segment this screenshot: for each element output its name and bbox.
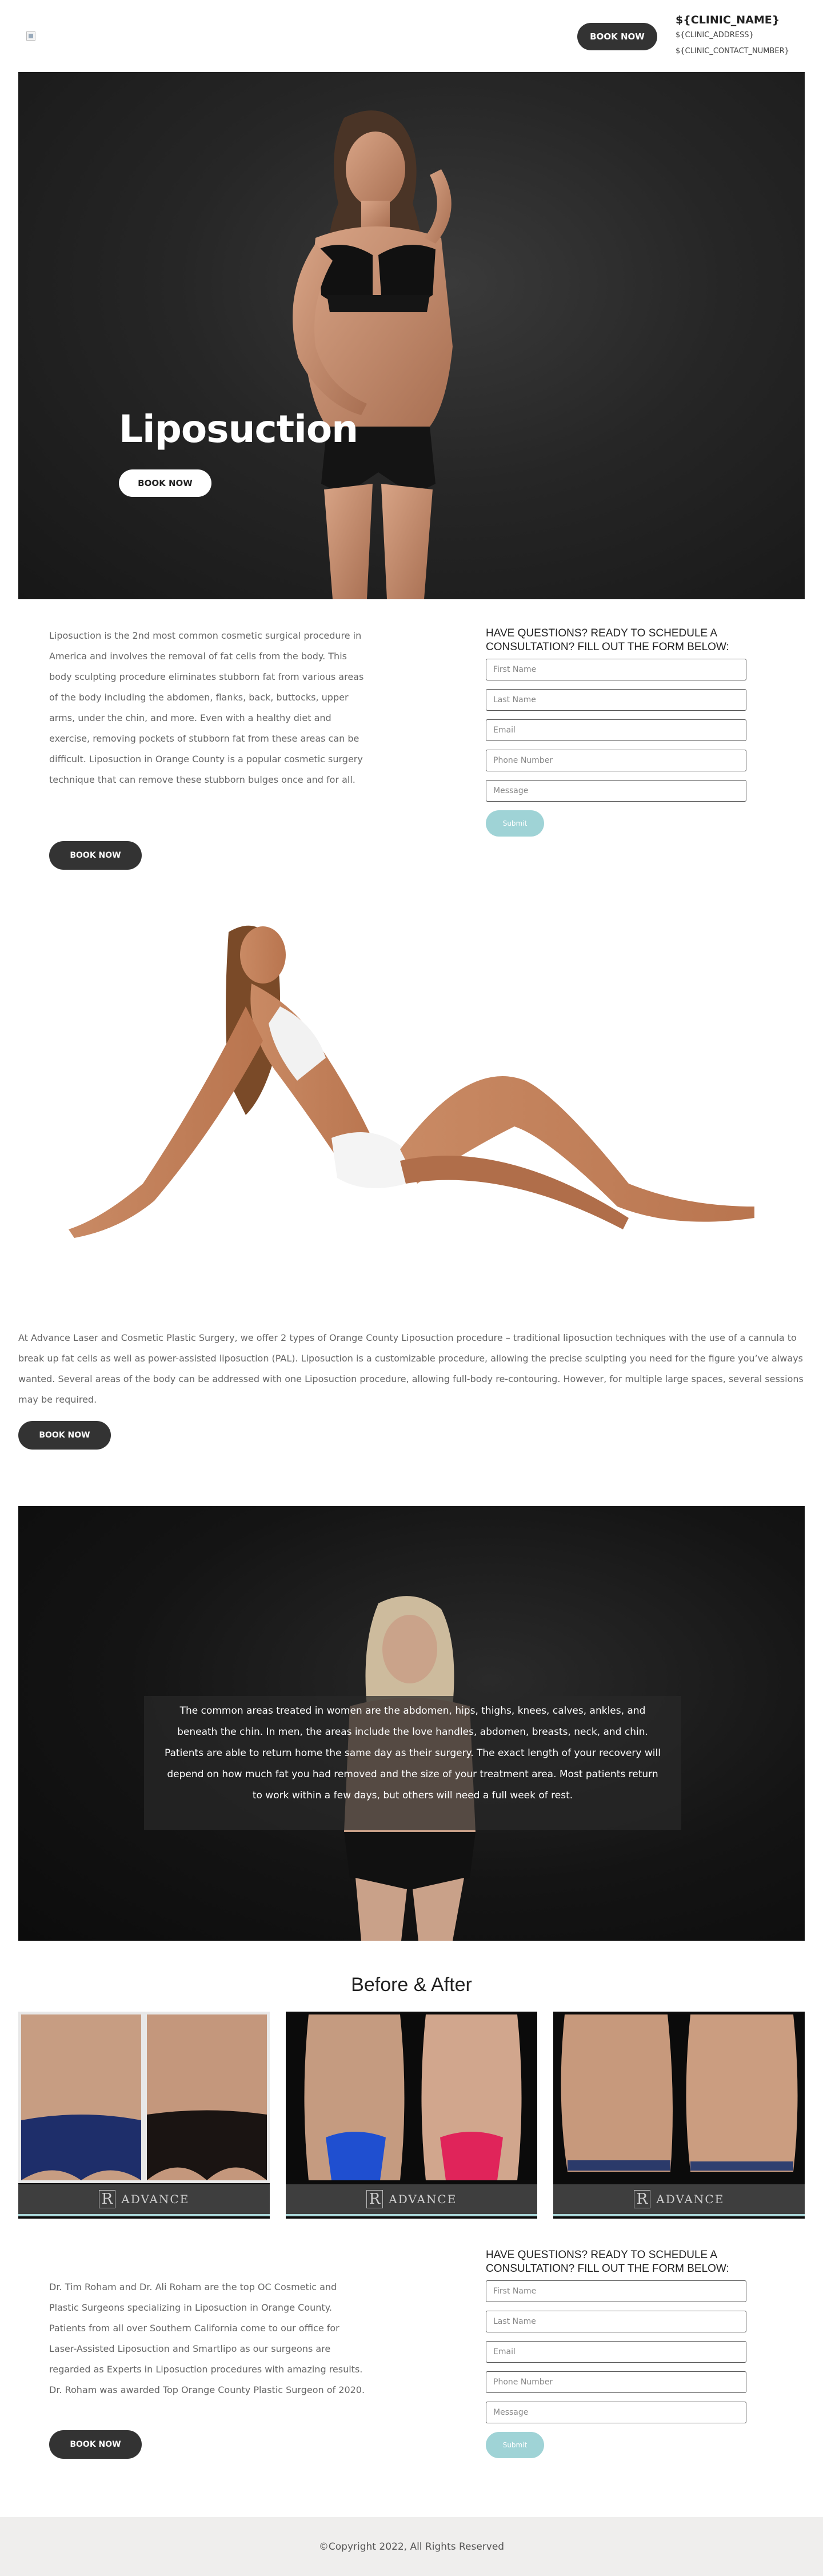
- before-after-card[interactable]: R ADVANCE: [553, 2012, 805, 2219]
- brand-name: ADVANCE: [389, 2192, 457, 2206]
- submit-button[interactable]: Submit: [486, 810, 544, 837]
- brand-name: ADVANCE: [121, 2192, 190, 2206]
- intro-book-now-button[interactable]: BOOK NOW: [49, 841, 142, 870]
- copyright-text: ©Copyright 2022, All Rights Reserved: [318, 2541, 505, 2553]
- before-after-card[interactable]: R ADVANCE: [286, 2012, 537, 2219]
- last-name-field[interactable]: Last Name: [486, 2311, 746, 2332]
- first-name-field[interactable]: First Name: [486, 659, 746, 680]
- intro-paragraph: Liposuction is the 2nd most common cosme…: [49, 630, 364, 785]
- submit-button[interactable]: Submit: [486, 2432, 544, 2458]
- last-name-field[interactable]: Last Name: [486, 689, 746, 711]
- clinic-address: ${CLINIC_ADDRESS}: [676, 31, 754, 39]
- hero-title: Liposuction: [119, 407, 358, 451]
- consultation-form-top: HAVE QUESTIONS? READY TO SCHEDULE A CONS…: [486, 627, 749, 837]
- site-footer: ©Copyright 2022, All Rights Reserved: [0, 2517, 823, 2576]
- form-heading: HAVE QUESTIONS? READY TO SCHEDULE A CONS…: [486, 627, 729, 653]
- advance-brand-bar: R ADVANCE: [286, 2184, 537, 2216]
- logo-icon[interactable]: [26, 31, 35, 41]
- before-after-photo: [553, 2012, 805, 2183]
- hero-model-image: [293, 110, 453, 599]
- consultation-form-bottom: HAVE QUESTIONS? READY TO SCHEDULE A CONS…: [486, 2248, 749, 2458]
- message-field[interactable]: Message: [486, 780, 746, 802]
- clinic-name: ${CLINIC_NAME}: [676, 14, 780, 26]
- bottom-book-now-button[interactable]: BOOK NOW: [49, 2430, 142, 2459]
- before-after-card[interactable]: R ADVANCE: [18, 2012, 270, 2219]
- hero-book-now-button[interactable]: BOOK NOW: [119, 469, 211, 497]
- advance-brand-bar: R ADVANCE: [553, 2184, 805, 2216]
- site-header: BOOK NOW ${CLINIC_NAME} ${CLINIC_ADDRESS…: [0, 0, 823, 72]
- treatment-areas-banner: The common areas treated in women are th…: [18, 1506, 805, 1941]
- before-after-photo: [286, 2012, 537, 2183]
- surgeons-paragraph: Dr. Tim Roham and Dr. Ali Roham are the …: [49, 2282, 365, 2395]
- header-book-now-button[interactable]: BOOK NOW: [577, 23, 657, 50]
- hero-banner: Liposuction BOOK NOW: [18, 72, 805, 599]
- email-field[interactable]: Email: [486, 2341, 746, 2363]
- before-after-photo: [18, 2012, 270, 2183]
- first-name-field[interactable]: First Name: [486, 2280, 746, 2302]
- brand-mark-icon: R: [633, 2190, 651, 2208]
- types-book-now-button[interactable]: BOOK NOW: [18, 1421, 111, 1450]
- before-after-title: Before & After: [351, 1974, 472, 1996]
- email-field[interactable]: Email: [486, 719, 746, 741]
- treatment-areas-paragraph: The common areas treated in women are th…: [165, 1705, 661, 1801]
- clinic-contact-number: ${CLINIC_CONTACT_NUMBER}: [676, 47, 789, 55]
- phone-field[interactable]: Phone Number: [486, 750, 746, 771]
- reclining-model-image: [57, 909, 777, 1264]
- brand-mark-icon: R: [98, 2190, 116, 2208]
- phone-field[interactable]: Phone Number: [486, 2371, 746, 2393]
- advance-brand-bar: R ADVANCE: [18, 2184, 270, 2216]
- brand-mark-icon: R: [366, 2190, 383, 2208]
- brand-name: ADVANCE: [656, 2192, 725, 2206]
- message-field[interactable]: Message: [486, 2402, 746, 2423]
- liposuction-types-paragraph: At Advance Laser and Cosmetic Plastic Su…: [18, 1332, 804, 1405]
- form-heading: HAVE QUESTIONS? READY TO SCHEDULE A CONS…: [486, 2249, 729, 2275]
